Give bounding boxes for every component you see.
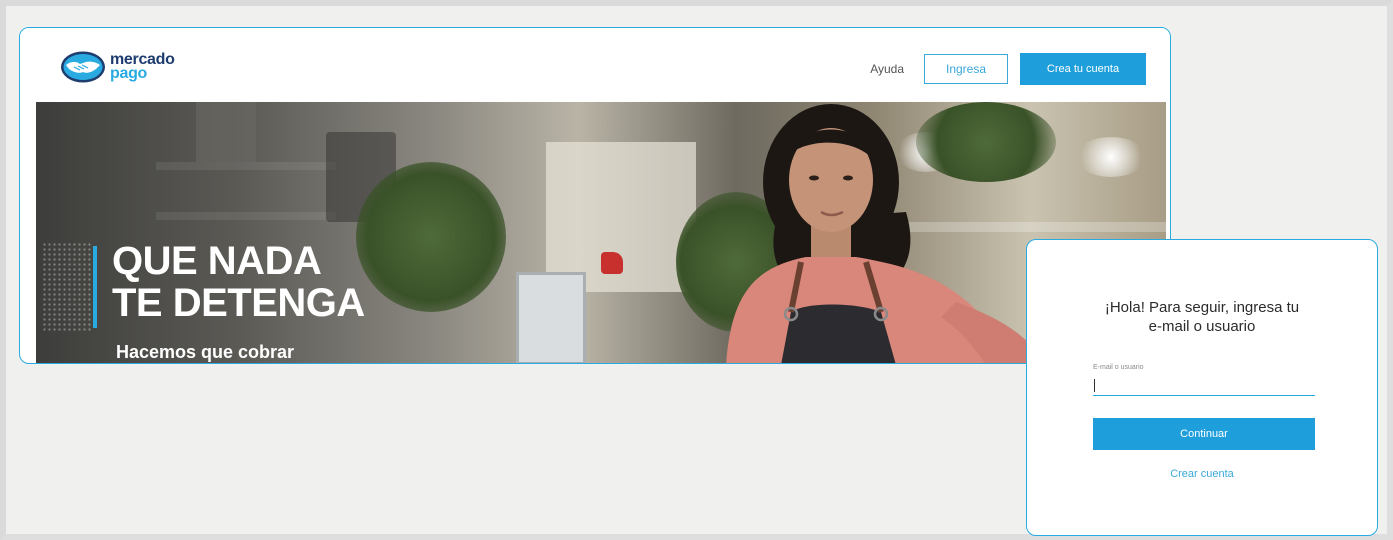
help-link[interactable]: Ayuda <box>870 62 904 76</box>
login-title-line1: ¡Hola! Para seguir, ingresa tu <box>1104 299 1300 316</box>
headline-accent-bar <box>93 246 97 328</box>
shelf-shape <box>156 212 336 220</box>
mercado-pago-logo[interactable]: mercado pago <box>60 50 175 84</box>
plant-shape <box>356 162 506 312</box>
hero-banner: QUE NADA TE DETENGA Hacemos que cobrar <box>36 102 1166 363</box>
handshake-icon <box>61 51 105 83</box>
site-header: mercado pago Ayuda Ingresa Crea tu cuent… <box>20 28 1170 100</box>
create-account-link[interactable]: Crear cuenta <box>1027 468 1377 480</box>
text-caret <box>1094 379 1095 392</box>
email-field-label: E-mail o usuario <box>1093 364 1144 371</box>
red-lamp-shape <box>601 252 623 274</box>
hero-headline-line1: QUE NADA <box>112 239 322 283</box>
website-preview: mercado pago Ayuda Ingresa Crea tu cuent… <box>19 27 1171 364</box>
login-button[interactable]: Ingresa <box>924 54 1008 84</box>
create-account-button[interactable]: Crea tu cuenta <box>1020 53 1146 85</box>
email-field[interactable] <box>1093 376 1315 396</box>
continue-button[interactable]: Continuar <box>1093 418 1315 450</box>
page: mercado pago Ayuda Ingresa Crea tu cuent… <box>0 0 1393 540</box>
logo-text-pago: pago <box>110 65 148 82</box>
login-title: ¡Hola! Para seguir, ingresa tu e-mail o … <box>1027 298 1377 336</box>
header-nav: Ayuda Ingresa Crea tu cuenta <box>870 53 1146 85</box>
sign-shape <box>196 102 256 162</box>
hero-subline: Hacemos que cobrar <box>116 342 295 362</box>
login-panel: ¡Hola! Para seguir, ingresa tu e-mail o … <box>1026 239 1378 536</box>
dot-pattern <box>42 242 92 332</box>
login-title-line2: e-mail o usuario <box>1148 318 1256 335</box>
tablet-shape <box>516 272 586 363</box>
hero-headline-line2: TE DETENGA <box>112 281 365 325</box>
hero-headline: QUE NADA TE DETENGA <box>112 240 365 324</box>
hero-person-image <box>726 104 1045 363</box>
shelf-shape <box>156 162 336 170</box>
ceiling-lamp-shape <box>1076 137 1146 177</box>
logo-text: mercado pago <box>110 52 175 82</box>
